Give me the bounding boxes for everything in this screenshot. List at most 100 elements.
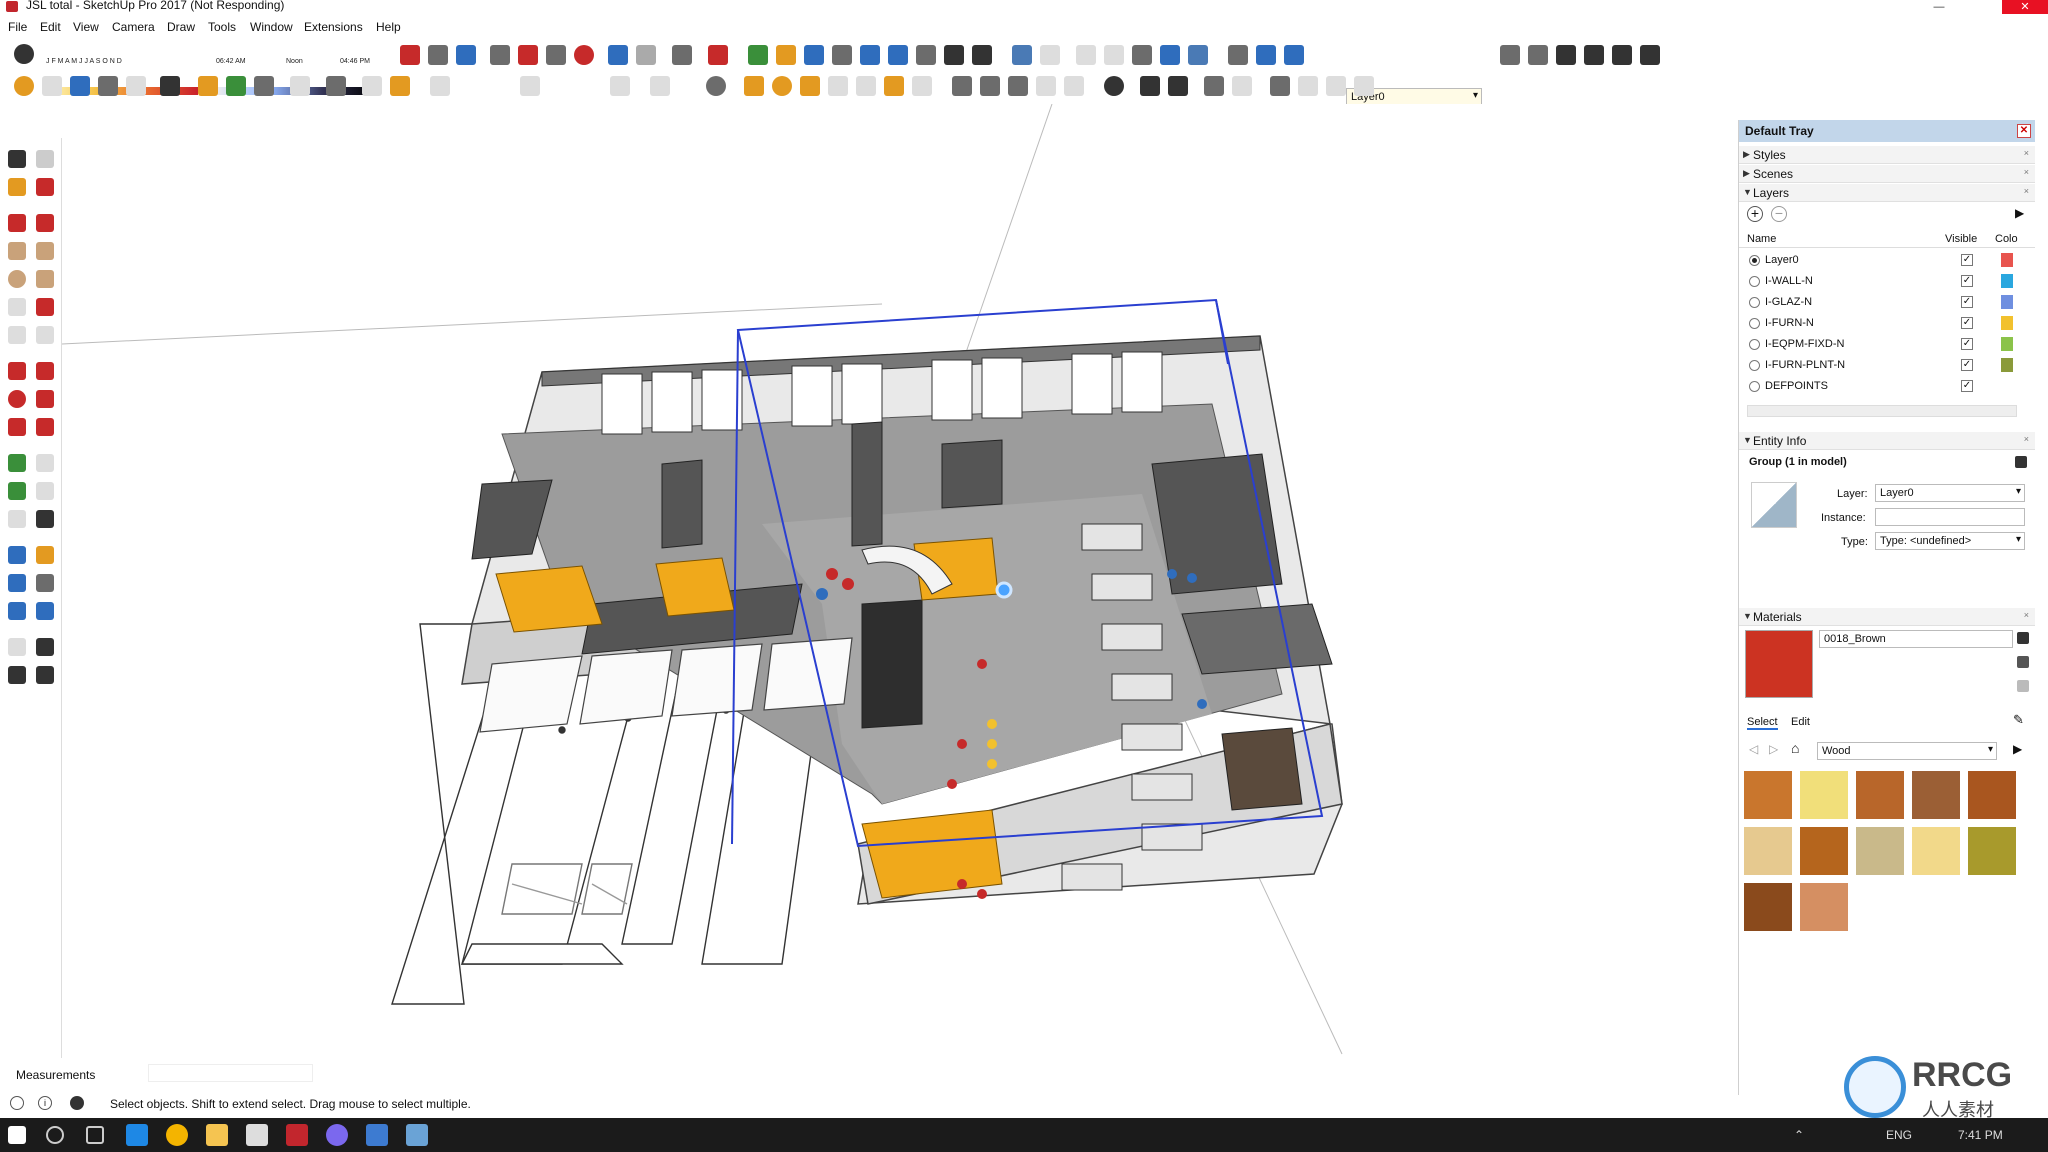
minimize-button[interactable]: —	[1916, 0, 1962, 14]
layer-row[interactable]: Layer0 ✓	[1739, 250, 2035, 270]
section-plane-tool-icon[interactable]	[36, 666, 54, 684]
layer-row[interactable]: DEFPOINTS ✓	[1739, 376, 2035, 396]
material-name-field[interactable]: 0018_Brown	[1819, 630, 2013, 648]
previous-view-icon[interactable]	[888, 45, 908, 65]
tab-edit[interactable]: Edit	[1791, 716, 1810, 728]
entity-info-section-header[interactable]: ▼ Entity Info ×	[1739, 432, 2035, 450]
move-tool-icon[interactable]	[8, 362, 26, 380]
search-icon[interactable]	[46, 1126, 64, 1144]
walk-icon[interactable]	[972, 45, 992, 65]
chrome-icon[interactable]	[166, 1124, 188, 1146]
photo-match-icon[interactable]	[160, 76, 180, 96]
material-swatch[interactable]	[1855, 826, 1905, 876]
layer-row[interactable]: I-EQPM-FIXD-N ✓	[1739, 334, 2035, 354]
add-layer-icon[interactable]: +	[1747, 206, 1763, 222]
axes-tool-icon[interactable]	[8, 510, 26, 528]
sketchup-taskbar-icon[interactable]	[286, 1124, 308, 1146]
dimension-icon[interactable]	[430, 76, 450, 96]
paint-bucket-icon[interactable]	[8, 178, 26, 196]
eraser-icon[interactable]	[36, 178, 54, 196]
trim-icon[interactable]	[1064, 76, 1084, 96]
menu-window[interactable]: Window	[250, 20, 293, 34]
magnify-icon[interactable]	[36, 602, 54, 620]
close-button[interactable]: ✕	[2002, 0, 2048, 14]
lock-icon[interactable]	[1354, 76, 1374, 96]
material-swatch[interactable]	[1967, 770, 2017, 820]
material-swatch[interactable]	[1967, 826, 2017, 876]
close-x-icon[interactable]: ×	[2024, 186, 2029, 196]
layer-visible-checkbox[interactable]: ✓	[1961, 338, 1973, 350]
remove-layer-icon[interactable]: −	[1771, 206, 1787, 222]
front-view-icon[interactable]	[1284, 45, 1304, 65]
material-swatch[interactable]	[1799, 826, 1849, 876]
material-library-select[interactable]: Wood ▾	[1817, 742, 1997, 760]
material-swatch[interactable]	[1743, 826, 1793, 876]
outer-shell-icon[interactable]	[126, 76, 146, 96]
terrain-icon[interactable]	[226, 76, 246, 96]
zoom-tool-icon[interactable]	[8, 574, 26, 592]
active-layer-radio[interactable]	[1749, 255, 1760, 266]
material-swatch[interactable]	[1911, 826, 1961, 876]
rotate-tool-icon[interactable]	[1168, 76, 1188, 96]
look-around-icon[interactable]	[944, 45, 964, 65]
measurements-input[interactable]	[148, 1064, 313, 1082]
orbit-tool-icon[interactable]	[8, 546, 26, 564]
material-swatch[interactable]	[1743, 770, 1793, 820]
wireframe-icon[interactable]	[1076, 45, 1096, 65]
frame-split-icon[interactable]	[1298, 76, 1318, 96]
shaded-icon[interactable]	[1132, 45, 1152, 65]
walk-tool-icon[interactable]	[8, 666, 26, 684]
scale-icon[interactable]	[8, 418, 26, 436]
layer-manager-icon[interactable]	[1500, 45, 1520, 65]
active-layer-radio[interactable]	[1749, 339, 1760, 350]
classifier-icon[interactable]	[42, 76, 62, 96]
back-edges-icon[interactable]	[1040, 45, 1060, 65]
layer-row[interactable]: I-FURN-PLNT-N ✓	[1739, 355, 2035, 375]
close-x-icon[interactable]: ×	[2024, 167, 2029, 177]
entity-layer-select[interactable]: Layer0 ▾	[1875, 484, 2025, 502]
pan-icon[interactable]	[776, 45, 796, 65]
menu-help[interactable]: Help	[376, 20, 401, 34]
push-pull-tool-icon[interactable]	[36, 362, 54, 380]
layer-color-swatch[interactable]	[2001, 274, 2013, 288]
layers-section-header[interactable]: ▼ Layers ×	[1739, 184, 2035, 202]
sound-icon[interactable]	[290, 76, 310, 96]
mail-icon[interactable]	[246, 1124, 268, 1146]
menu-edit[interactable]: Edit	[40, 20, 61, 34]
section-plane-icon[interactable]	[1528, 45, 1548, 65]
geo-location-icon[interactable]	[198, 76, 218, 96]
viber-icon[interactable]	[326, 1124, 348, 1146]
house-front-icon[interactable]	[1584, 45, 1604, 65]
layer-visible-checkbox[interactable]: ✓	[1961, 359, 1973, 371]
close-x-icon[interactable]: ×	[2024, 148, 2029, 158]
layer-color-swatch[interactable]	[2001, 253, 2013, 267]
tray-close-button[interactable]: ✕	[2017, 124, 2031, 138]
material-swatch[interactable]	[1799, 770, 1849, 820]
layer-color-swatch[interactable]	[2001, 337, 2013, 351]
follow-me-icon[interactable]	[884, 76, 904, 96]
sandbox-icon[interactable]	[14, 76, 34, 96]
dimension-tool-icon[interactable]	[36, 454, 54, 472]
freehand-icon[interactable]	[856, 76, 876, 96]
text-tool-icon[interactable]	[36, 482, 54, 500]
snapshot-icon[interactable]	[254, 76, 274, 96]
redo-icon[interactable]	[636, 45, 656, 65]
position-camera-icon[interactable]	[916, 45, 936, 65]
layout-icon[interactable]	[406, 1124, 428, 1146]
materials-section-header[interactable]: ▼ Materials ×	[1739, 608, 2035, 626]
monochrome-icon[interactable]	[1188, 45, 1208, 65]
component-icon[interactable]	[708, 45, 728, 65]
layer-color-swatch[interactable]	[2001, 295, 2013, 309]
details-arrow-icon[interactable]: ▶	[2013, 742, 2022, 756]
pan-tool-icon[interactable]	[36, 546, 54, 564]
geo-location-icon[interactable]	[10, 1096, 24, 1110]
layer-color-swatch[interactable]	[2001, 358, 2013, 372]
make-component-icon[interactable]	[36, 150, 54, 168]
close-x-icon[interactable]: ×	[2024, 434, 2029, 444]
polygon-icon[interactable]	[36, 270, 54, 288]
zoom-extents-icon[interactable]	[860, 45, 880, 65]
shade-icon[interactable]	[2017, 680, 2029, 692]
forward-arrow-icon[interactable]: ▷	[1769, 742, 1778, 756]
windows-start-icon[interactable]	[8, 1126, 26, 1144]
task-view-icon[interactable]	[86, 1126, 104, 1144]
